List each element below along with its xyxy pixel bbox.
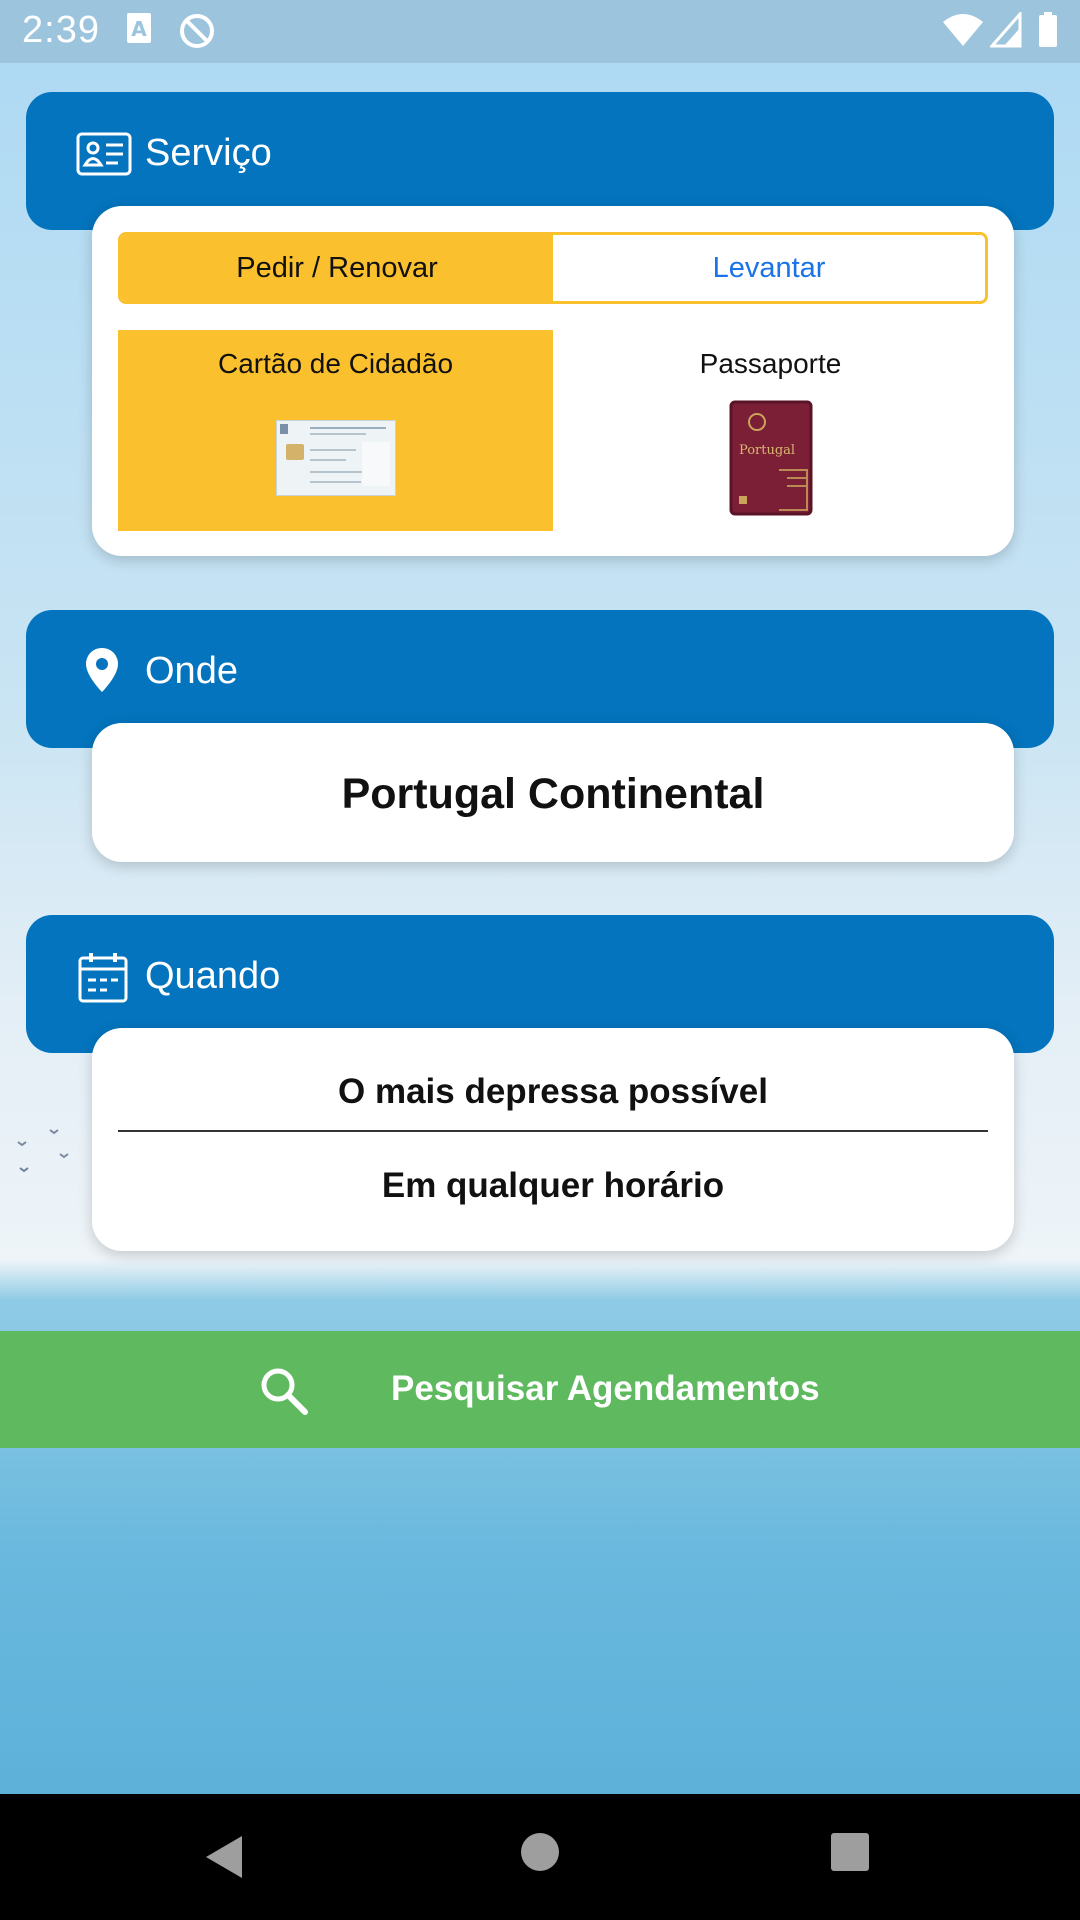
search-appointments-button[interactable]: Pesquisar Agendamentos bbox=[0, 1331, 1080, 1448]
birds-decoration bbox=[0, 1120, 80, 1185]
navigation-bar bbox=[0, 1794, 1080, 1920]
id-card-icon bbox=[76, 132, 132, 181]
svg-text:A: A bbox=[131, 17, 147, 41]
quando-option-any-time[interactable]: Em qualquer horário bbox=[92, 1166, 1014, 1206]
text-a-icon: A bbox=[126, 12, 152, 49]
document-option-passaporte[interactable]: Passaporte Portugal bbox=[553, 330, 988, 531]
segment-pedir-renovar[interactable]: Pedir / Renovar bbox=[121, 235, 553, 301]
citizen-card-image bbox=[275, 419, 397, 501]
calendar-icon bbox=[78, 951, 128, 1008]
service-type-segmented-control: Pedir / Renovar Levantar bbox=[118, 232, 988, 304]
quando-option-asap[interactable]: O mais depressa possível bbox=[92, 1072, 1014, 1112]
location-pin-icon bbox=[84, 646, 120, 699]
status-bar: 2:39 A bbox=[0, 0, 1080, 63]
search-appointments-label: Pesquisar Agendamentos bbox=[391, 1369, 820, 1408]
servico-title: Serviço bbox=[145, 132, 272, 174]
document-label-cartao-cidadao: Cartão de Cidadão bbox=[217, 348, 454, 379]
location-value[interactable]: Portugal Continental bbox=[92, 770, 1014, 819]
segment-levantar[interactable]: Levantar bbox=[553, 235, 985, 301]
quando-title: Quando bbox=[145, 955, 281, 997]
status-time: 2:39 bbox=[22, 9, 100, 51]
passport-image: Portugal bbox=[729, 400, 813, 521]
quando-divider bbox=[118, 1130, 988, 1132]
search-icon bbox=[258, 1365, 310, 1422]
servico-card: Pedir / Renovar Levantar Cartão de Cidad… bbox=[92, 206, 1014, 556]
passport-cover-text: Portugal bbox=[739, 443, 795, 458]
home-icon[interactable] bbox=[520, 1832, 560, 1877]
wifi-icon bbox=[942, 12, 984, 53]
battery-icon bbox=[1038, 12, 1058, 53]
onde-title: Onde bbox=[145, 650, 238, 692]
document-label-passaporte: Passaporte bbox=[699, 348, 842, 379]
document-option-cartao-cidadao[interactable]: Cartão de Cidadão bbox=[118, 330, 553, 531]
signal-icon bbox=[988, 10, 1022, 53]
sync-blocked-icon bbox=[178, 12, 216, 55]
back-icon[interactable] bbox=[202, 1832, 246, 1887]
onde-card[interactable]: Portugal Continental bbox=[92, 723, 1014, 862]
recents-icon[interactable] bbox=[830, 1832, 870, 1877]
quando-card: O mais depressa possível Em qualquer hor… bbox=[92, 1028, 1014, 1251]
